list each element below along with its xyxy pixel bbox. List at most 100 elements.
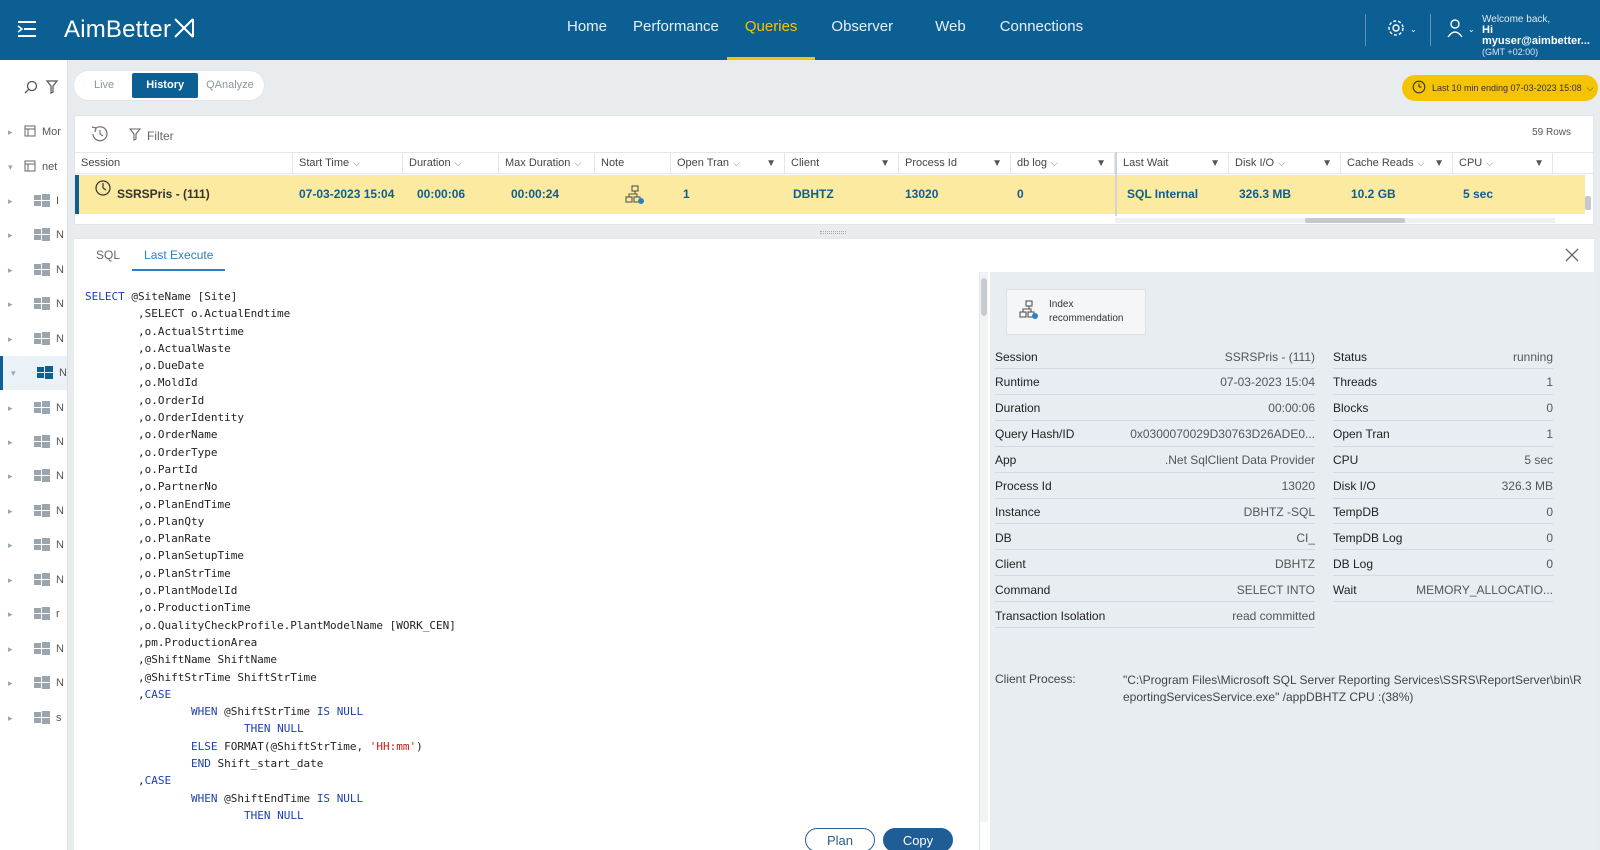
col-start-time[interactable]: Start Time ⌵	[293, 153, 403, 174]
col-cpu[interactable]: CPU ⌵ ▼	[1453, 153, 1553, 174]
grid-horizontal-scrollbar[interactable]	[1115, 218, 1555, 223]
sidebar-item-label: N	[56, 505, 64, 517]
copy-button[interactable]: Copy	[883, 828, 953, 850]
user-menu[interactable]: ⌄	[1446, 18, 1475, 41]
sidebar-item[interactable]: ▸ N	[0, 322, 67, 356]
sidebar-item[interactable]: ▸ N	[0, 253, 67, 287]
nav-web[interactable]: Web	[923, 0, 978, 60]
close-icon[interactable]	[1564, 247, 1580, 266]
table-row[interactable]: SSRSPris - (111) 07-03-2023 15:04 00:00:…	[75, 175, 1585, 214]
col-duration[interactable]: Duration ⌵	[403, 153, 499, 174]
expand-caret-icon[interactable]: ▸	[8, 575, 18, 586]
sidebar-item[interactable]: ▸ N	[0, 459, 67, 493]
expand-caret-icon[interactable]: ▸	[8, 644, 18, 655]
sidebar-item[interactable]: ▸ Mor	[0, 115, 67, 149]
col-cache-reads[interactable]: Cache Reads ⌵ ▼	[1341, 153, 1453, 174]
pin-icon[interactable]: ▼	[1534, 153, 1544, 174]
windows-server-icon	[37, 366, 53, 380]
tab-history[interactable]: History	[132, 73, 199, 98]
tab-live[interactable]: Live	[76, 73, 132, 98]
detail-tabs: SQL Last Execute	[74, 239, 226, 271]
col-process-id[interactable]: Process Id ▼	[899, 153, 1011, 174]
info-key: Client	[995, 556, 1026, 571]
expand-caret-icon[interactable]: ▸	[8, 230, 18, 241]
pin-icon[interactable]: ▼	[1322, 153, 1332, 174]
index-recommendation-button[interactable]: Index recommendation	[1006, 289, 1146, 335]
col-disk-io[interactable]: Disk I/O ⌵ ▼	[1229, 153, 1341, 174]
sidebar-item[interactable]: ▸ N	[0, 494, 67, 528]
col-client[interactable]: Client ▼	[785, 153, 899, 174]
filter-icon[interactable]	[45, 80, 59, 97]
expand-caret-icon[interactable]: ▸	[8, 713, 18, 724]
sidebar-item[interactable]: ▸ N	[0, 666, 67, 700]
col-session[interactable]: Session	[75, 153, 293, 174]
sidebar-item-label: N	[56, 436, 64, 448]
nav-connections[interactable]: Connections	[988, 0, 1095, 60]
col-open-tran[interactable]: Open Tran ⌵ ▼	[671, 153, 785, 174]
sidebar-item[interactable]: ▾ N	[0, 356, 67, 390]
clock-icon	[1412, 80, 1426, 97]
tab-sql[interactable]: SQL	[84, 239, 132, 271]
sidebar-item[interactable]: ▸ N	[0, 425, 67, 459]
scroll-thumb[interactable]	[1305, 218, 1405, 223]
expand-caret-icon[interactable]: ▸	[8, 609, 18, 620]
filter-button[interactable]: Filter	[128, 127, 174, 144]
sql-code-viewer[interactable]: SELECT @SiteName [Site] ,SELECT o.Actual…	[74, 272, 980, 850]
pin-icon[interactable]: ▼	[1210, 153, 1220, 174]
time-range-selector[interactable]: Last 10 min ending 07-03-2023 15:08 ⌵	[1402, 75, 1598, 101]
nav-performance[interactable]: Performance	[621, 0, 731, 60]
col-note[interactable]: Note	[595, 153, 671, 174]
panel-resize-handle[interactable]	[820, 231, 846, 234]
expand-caret-icon[interactable]: ▸	[8, 299, 18, 310]
nav-home[interactable]: Home	[555, 0, 619, 60]
pin-icon[interactable]: ▼	[1096, 153, 1106, 174]
sidebar-item[interactable]: ▸ N	[0, 218, 67, 252]
sidebar-item[interactable]: ▸ I	[0, 184, 67, 218]
col-max-duration[interactable]: Max Duration ⌵	[499, 153, 595, 174]
col-db-log[interactable]: db log ⌵ ▼	[1011, 153, 1115, 174]
expand-caret-icon[interactable]: ▾	[8, 162, 18, 173]
sidebar-item[interactable]: ▸ N	[0, 563, 67, 597]
info-key: Duration	[995, 401, 1041, 416]
tab-last-execute[interactable]: Last Execute	[132, 239, 226, 271]
sidebar-item[interactable]: ▸ s	[0, 701, 67, 735]
sidebar-item[interactable]: ▸ N	[0, 632, 67, 666]
expand-caret-icon[interactable]: ▸	[8, 196, 18, 207]
cell-max-duration: 00:00:24	[511, 187, 560, 201]
sidebar-item[interactable]: ▸ r	[0, 597, 67, 631]
nav-queries[interactable]: Queries	[726, 0, 815, 60]
col-last-wait[interactable]: Last Wait ▼	[1117, 153, 1229, 174]
code-vertical-scrollbar[interactable]	[980, 272, 988, 822]
pin-icon[interactable]: ▼	[880, 153, 890, 174]
menu-toggle-icon[interactable]	[16, 20, 40, 40]
nav-observer[interactable]: Observer	[819, 0, 905, 60]
history-refresh-icon[interactable]	[89, 124, 111, 147]
cell-note[interactable]	[619, 185, 645, 205]
sidebar-item[interactable]: ▸ N	[0, 528, 67, 562]
tab-qanalyze[interactable]: QAnalyze	[198, 73, 262, 98]
search-icon[interactable]	[24, 80, 38, 97]
expand-caret-icon[interactable]: ▸	[8, 265, 18, 276]
settings-menu[interactable]: ⌄	[1386, 18, 1417, 41]
pin-icon[interactable]: ▼	[1434, 153, 1444, 174]
expand-caret-icon[interactable]: ▸	[8, 127, 18, 138]
expand-caret-icon[interactable]: ▾	[11, 368, 21, 379]
plan-button[interactable]: Plan	[805, 828, 875, 850]
app-logo[interactable]: AimBetter	[64, 16, 195, 47]
expand-caret-icon[interactable]: ▸	[8, 506, 18, 517]
welcome-block: Welcome back, Hi myuser@aimbetter... (GM…	[1482, 14, 1600, 58]
expand-caret-icon[interactable]: ▸	[8, 334, 18, 345]
expand-caret-icon[interactable]: ▸	[8, 403, 18, 414]
pin-icon[interactable]: ▼	[992, 153, 1002, 174]
expand-caret-icon[interactable]: ▸	[8, 471, 18, 482]
expand-caret-icon[interactable]: ▸	[8, 678, 18, 689]
expand-caret-icon[interactable]: ▸	[8, 540, 18, 551]
sidebar-item[interactable]: ▾ net	[0, 150, 67, 184]
scroll-thumb[interactable]	[981, 278, 987, 316]
windows-server-icon	[34, 676, 50, 690]
expand-caret-icon[interactable]: ▸	[8, 437, 18, 448]
pin-icon[interactable]: ▼	[766, 153, 776, 174]
grid-vertical-scrollbar[interactable]	[1585, 196, 1591, 210]
sidebar-item[interactable]: ▸ N	[0, 287, 67, 321]
sidebar-item[interactable]: ▸ N	[0, 391, 67, 425]
